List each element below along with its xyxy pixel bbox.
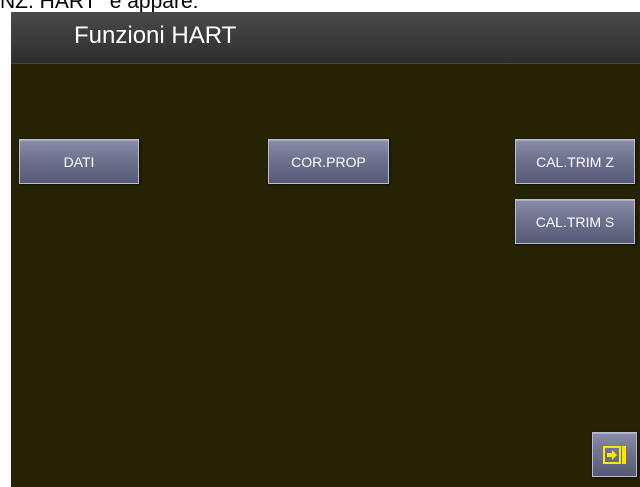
cal-trim-z-button[interactable]: CAL.TRIM Z	[515, 139, 635, 184]
cor-prop-button[interactable]: COR.PROP	[268, 139, 389, 184]
title-bar: Funzioni HART	[11, 12, 640, 64]
page: NZ. HART" e appare: Funzioni HART DATI C…	[0, 0, 640, 487]
hart-functions-screen: Funzioni HART DATI COR.PROP CAL.TRIM Z C…	[11, 12, 640, 487]
exit-button[interactable]	[592, 432, 637, 477]
dati-button[interactable]: DATI	[19, 139, 139, 184]
page-title: Funzioni HART	[74, 22, 237, 49]
exit-arrow-icon	[602, 445, 626, 464]
caption-text: NZ. HART" e appare:	[0, 0, 199, 13]
cal-trim-s-button[interactable]: CAL.TRIM S	[515, 199, 635, 244]
